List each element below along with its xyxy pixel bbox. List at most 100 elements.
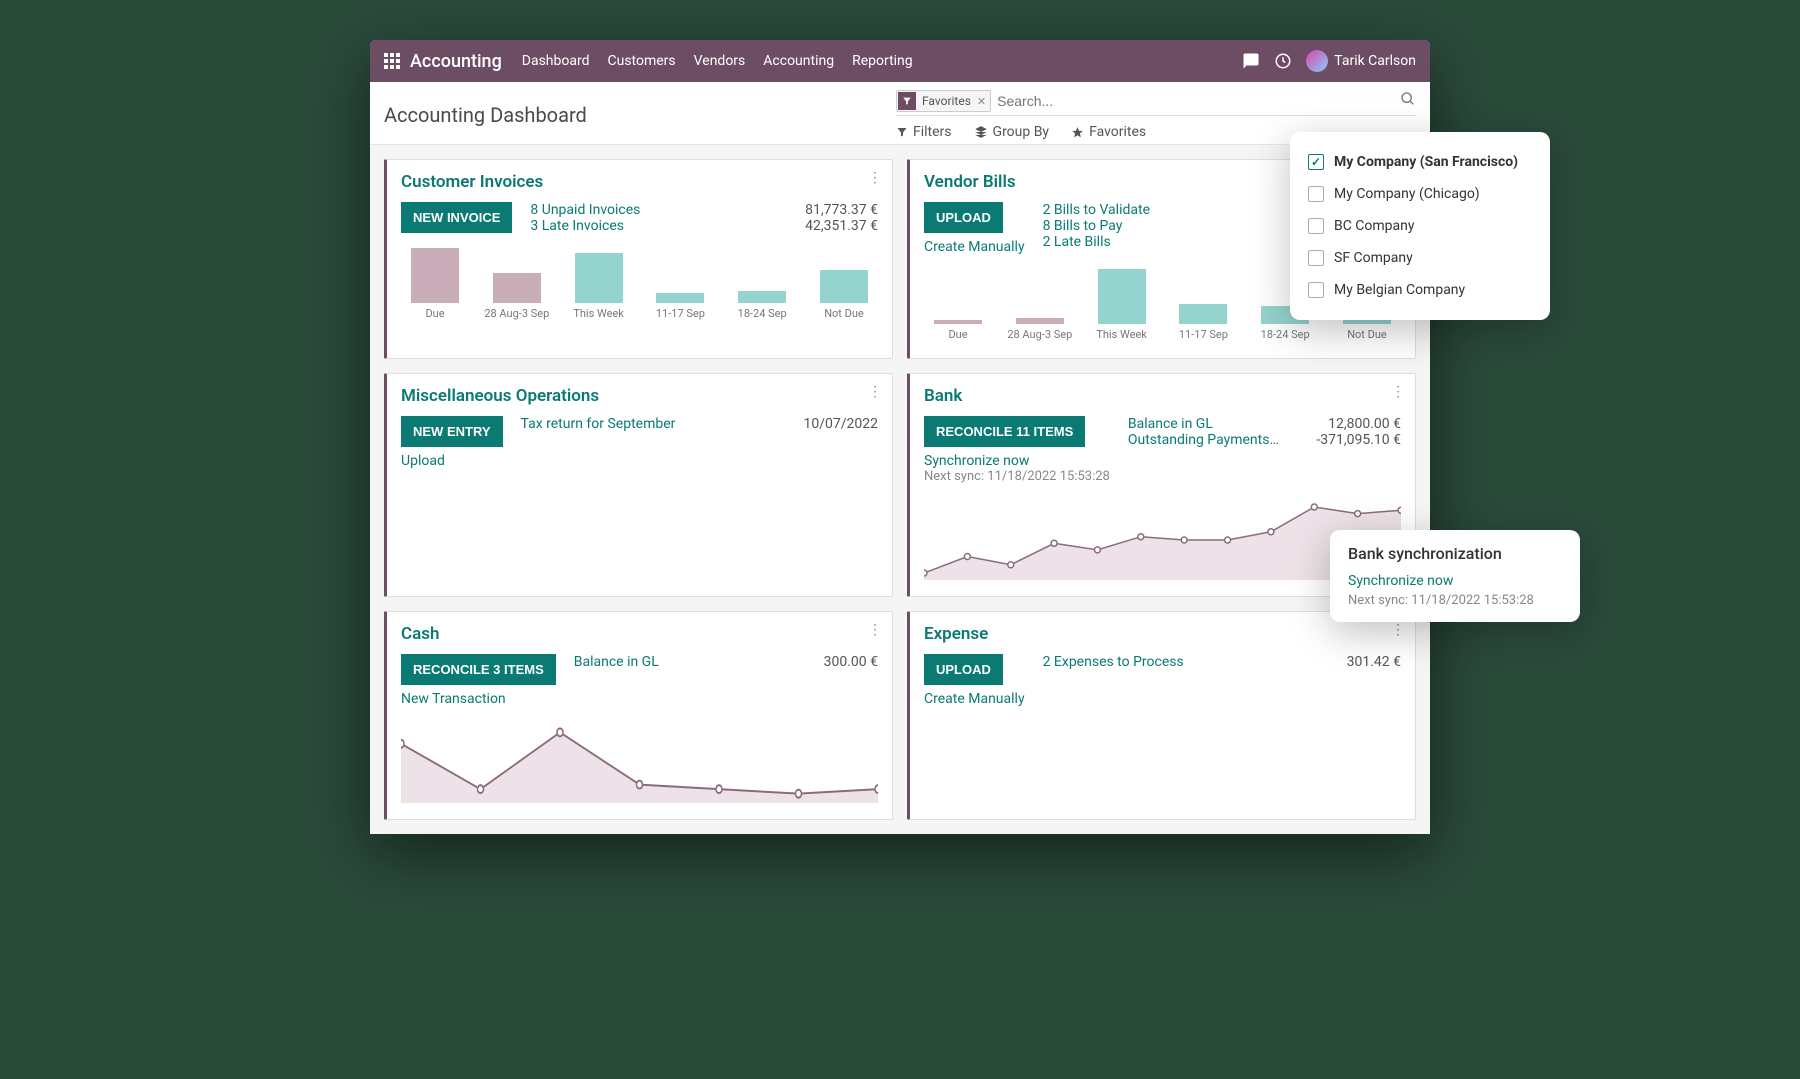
nav-dashboard[interactable]: Dashboard	[522, 53, 590, 69]
reconcile-button[interactable]: RECONCILE 3 ITEMS	[401, 654, 556, 685]
company-selector-popover: ✓My Company (San Francisco) My Company (C…	[1290, 132, 1550, 320]
card-menu-icon[interactable]: ⋮	[868, 170, 882, 186]
subheader: Accounting Dashboard Favorites ✕	[370, 82, 1430, 145]
create-manually-link[interactable]: Create Manually	[924, 691, 1025, 707]
bar	[411, 248, 459, 303]
bar-label: Not Due	[824, 307, 864, 320]
bar	[1016, 318, 1064, 324]
late-amount: 42,351.37 €	[778, 218, 878, 234]
nav-links: Dashboard Customers Vendors Accounting R…	[522, 53, 913, 69]
unpaid-invoices-link[interactable]: 8 Unpaid Invoices	[530, 202, 760, 218]
company-option[interactable]: SF Company	[1308, 242, 1532, 274]
nav-vendors[interactable]: Vendors	[694, 53, 746, 69]
checkbox-icon	[1308, 282, 1324, 298]
reconcile-button[interactable]: RECONCILE 11 ITEMS	[924, 416, 1085, 447]
create-manually-link[interactable]: Create Manually	[924, 239, 1025, 255]
outstanding-value: -371,095.10 €	[1301, 432, 1401, 448]
nav-customers[interactable]: Customers	[608, 53, 676, 69]
bar-label: Due	[425, 307, 444, 320]
checkbox-icon	[1308, 218, 1324, 234]
outstanding-link[interactable]: Outstanding Payments…	[1128, 432, 1283, 448]
balance-gl-value: 12,800.00 €	[1301, 416, 1401, 432]
sync-now-link[interactable]: Synchronize now	[924, 453, 1110, 469]
company-option[interactable]: ✓My Company (San Francisco)	[1308, 146, 1532, 178]
card-customer-invoices: ⋮ Customer Invoices NEW INVOICE 8 Unpaid…	[384, 159, 893, 359]
expenses-process-link[interactable]: 2 Expenses to Process	[1043, 654, 1283, 670]
next-sync-text: Next sync: 11/18/2022 15:53:28	[1348, 593, 1562, 608]
expense-value: 301.42 €	[1301, 654, 1401, 670]
bar-label: 11-17 Sep	[1179, 328, 1228, 341]
bar-label: 28 Aug-3 Sep	[1007, 328, 1072, 341]
bar	[656, 293, 704, 303]
groupby-button[interactable]: Group By	[974, 124, 1050, 140]
card-title: Customer Invoices	[401, 172, 878, 192]
checkbox-icon	[1308, 250, 1324, 266]
invoices-barchart: Due 28 Aug-3 Sep This Week 11-17 Sep 18-24 S…	[401, 250, 878, 320]
filters-button[interactable]: Filters	[896, 124, 952, 140]
bank-sync-popover: Bank synchronization Synchronize now Nex…	[1330, 530, 1580, 622]
cards-grid: ⋮ Customer Invoices NEW INVOICE 8 Unpaid…	[370, 145, 1430, 834]
bar	[1179, 304, 1227, 324]
company-option[interactable]: BC Company	[1308, 210, 1532, 242]
balance-value: 300.00 €	[778, 654, 878, 670]
bar	[1098, 269, 1146, 324]
bar-label: 28 Aug-3 Sep	[484, 307, 549, 320]
bar-label: 11-17 Sep	[656, 307, 705, 320]
card-misc-operations: ⋮ Miscellaneous Operations NEW ENTRY Upl…	[384, 373, 893, 597]
card-title: Miscellaneous Operations	[401, 386, 878, 406]
chip-close-icon[interactable]: ✕	[977, 95, 986, 108]
funnel-icon	[898, 92, 916, 110]
card-menu-icon[interactable]: ⋮	[868, 384, 882, 400]
card-title: Expense	[924, 624, 1401, 644]
card-menu-icon[interactable]: ⋮	[1391, 622, 1405, 638]
checkbox-icon: ✓	[1308, 154, 1324, 170]
search-icon[interactable]	[1400, 91, 1416, 111]
company-option[interactable]: My Company (Chicago)	[1308, 178, 1532, 210]
upload-button[interactable]: UPLOAD	[924, 654, 1003, 685]
filter-chip-favorites[interactable]: Favorites ✕	[896, 90, 991, 112]
bar	[820, 270, 868, 303]
late-invoices-link[interactable]: 3 Late Invoices	[530, 218, 760, 234]
bar	[934, 320, 982, 324]
nav-reporting[interactable]: Reporting	[852, 53, 913, 69]
company-label: My Belgian Company	[1334, 282, 1465, 298]
nav-accounting[interactable]: Accounting	[763, 53, 834, 69]
unpaid-amount: 81,773.37 €	[778, 202, 878, 218]
favorites-button[interactable]: Favorites	[1071, 124, 1146, 140]
balance-gl-link[interactable]: Balance in GL	[574, 654, 760, 670]
upload-button[interactable]: UPLOAD	[924, 202, 1003, 233]
apps-icon[interactable]	[384, 53, 400, 69]
clock-icon[interactable]	[1274, 52, 1292, 70]
bar-label: 18-24 Sep	[1261, 328, 1310, 341]
new-invoice-button[interactable]: NEW INVOICE	[401, 202, 512, 233]
search-input[interactable]	[997, 93, 1400, 109]
cash-sparkline	[401, 723, 878, 803]
chat-icon[interactable]	[1242, 52, 1260, 70]
checkbox-icon	[1308, 186, 1324, 202]
app-window: Accounting Dashboard Customers Vendors A…	[370, 40, 1430, 834]
avatar	[1306, 50, 1328, 72]
bar-label: This Week	[573, 307, 624, 320]
company-label: My Company (Chicago)	[1334, 186, 1480, 202]
card-menu-icon[interactable]: ⋮	[1391, 384, 1405, 400]
popover-title: Bank synchronization	[1348, 544, 1562, 563]
new-entry-button[interactable]: NEW ENTRY	[401, 416, 503, 447]
card-title: Cash	[401, 624, 878, 644]
tax-return-link[interactable]: Tax return for September	[521, 416, 760, 432]
company-option[interactable]: My Belgian Company	[1308, 274, 1532, 306]
card-expense: ⋮ Expense UPLOAD Create Manually 2 Expen…	[907, 611, 1416, 820]
app-name[interactable]: Accounting	[410, 51, 502, 72]
sync-now-link[interactable]: Synchronize now	[1348, 573, 1562, 589]
user-menu[interactable]: Tarik Carlson	[1306, 50, 1416, 72]
new-transaction-link[interactable]: New Transaction	[401, 691, 556, 707]
bar-label: 18-24 Sep	[738, 307, 787, 320]
user-name: Tarik Carlson	[1334, 53, 1416, 69]
card-menu-icon[interactable]: ⋮	[868, 622, 882, 638]
bar	[738, 291, 786, 303]
upload-link[interactable]: Upload	[401, 453, 503, 469]
bar-label: Due	[948, 328, 967, 341]
search-bar[interactable]: Favorites ✕	[896, 90, 1416, 116]
company-label: BC Company	[1334, 218, 1415, 234]
balance-gl-link[interactable]: Balance in GL	[1128, 416, 1283, 432]
page-title: Accounting Dashboard	[384, 103, 587, 127]
